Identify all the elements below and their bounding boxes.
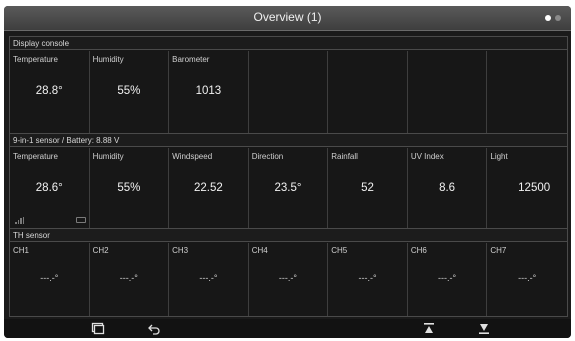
page-dot-active[interactable]	[545, 15, 551, 21]
sensor-9in1-row: Temperature 28.6° Humidity 55% Windspeed…	[10, 148, 567, 229]
page-up-button[interactable]	[422, 322, 436, 335]
display-console-row: Temperature 28.8° Humidity 55% Barometer…	[10, 51, 567, 134]
cell-value: 28.8°	[35, 85, 63, 97]
cell-label: Temperature	[13, 55, 58, 64]
sensor-uv-index-cell[interactable]: UV Index 8.6	[408, 148, 488, 228]
page-title: Overview (1)	[253, 10, 322, 24]
page-up-icon	[424, 323, 434, 333]
cell-label: CH4	[251, 246, 268, 255]
cell-value: ---.-°	[518, 273, 537, 283]
cell-label: CH3	[172, 246, 189, 255]
cell-value: 8.6	[439, 182, 456, 194]
cell-label: Rainfall	[331, 152, 358, 161]
console-temperature-cell[interactable]: Temperature 28.8°	[10, 51, 90, 133]
cell-label: CH7	[490, 246, 507, 255]
cell-label: Barometer	[172, 55, 210, 64]
cell-value: 12500	[518, 182, 551, 194]
sensor-9in1-header: 9-in-1 sensor / Battery: 8.88 V	[10, 134, 567, 147]
cell-label: CH5	[331, 246, 348, 255]
cell-value: 23.5°	[274, 182, 302, 194]
page-indicator	[545, 15, 561, 21]
back-icon	[148, 324, 160, 335]
th-channel-4-cell[interactable]: CH4 ---.-°	[249, 243, 329, 316]
cell-label: Light	[490, 152, 508, 161]
th-sensor-row: CH1 ---.-° CH2 ---.-° CH3 ---.-° CH4 ---…	[10, 243, 567, 316]
display-console-header: Display console	[10, 37, 567, 50]
switch-view-button[interactable]	[91, 322, 105, 335]
sensor-windspeed-cell[interactable]: Windspeed 22.52	[169, 148, 249, 228]
sensor-direction-cell[interactable]: Direction 23.5°	[249, 148, 329, 228]
cell-value: 55%	[117, 182, 141, 194]
page-dot-inactive[interactable]	[555, 15, 561, 21]
bottom-toolbar	[4, 319, 571, 338]
empty-cell	[408, 51, 488, 133]
page-down-button[interactable]	[477, 322, 491, 335]
empty-cell	[328, 51, 408, 133]
cell-label: Humidity	[92, 152, 124, 161]
cell-value: ---.-°	[40, 273, 59, 283]
cell-value: 1013	[195, 85, 222, 97]
th-sensor-header: TH sensor	[10, 229, 567, 242]
overview-panel: Display console Temperature 28.8° Humidi…	[9, 36, 568, 317]
th-channel-2-cell[interactable]: CH2 ---.-°	[90, 243, 170, 316]
back-button[interactable]	[147, 322, 161, 335]
cell-value: ---.-°	[438, 273, 457, 283]
cell-value: 55%	[117, 85, 141, 97]
cell-label: Humidity	[92, 55, 124, 64]
cell-label: Temperature	[13, 152, 58, 161]
sensor-humidity-cell[interactable]: Humidity 55%	[90, 148, 170, 228]
sensor-temperature-cell[interactable]: Temperature 28.6°	[10, 148, 90, 228]
cell-label: Windspeed	[172, 152, 213, 161]
cell-value: 22.52	[194, 182, 223, 194]
title-bar: Overview (1)	[4, 6, 571, 31]
cell-label: Direction	[251, 152, 284, 161]
th-channel-1-cell[interactable]: CH1 ---.-°	[10, 243, 90, 316]
cell-value: ---.-°	[119, 273, 138, 283]
sensor-light-cell[interactable]: Light 12500	[487, 148, 567, 228]
cell-value: 28.6°	[35, 182, 63, 194]
console-barometer-cell[interactable]: Barometer 1013	[169, 51, 249, 133]
signal-strength-icon	[15, 217, 24, 224]
empty-cell	[487, 51, 567, 133]
cell-label: CH2	[92, 246, 109, 255]
switch-view-icon	[91, 322, 105, 335]
cell-value: ---.-°	[278, 273, 298, 283]
th-channel-7-cell[interactable]: CH7 ---.-°	[487, 243, 567, 316]
overview-screen: Overview (1) Display console Temperature…	[4, 6, 571, 338]
th-channel-5-cell[interactable]: CH5 ---.-°	[328, 243, 408, 316]
cell-label: UV Index	[410, 152, 444, 161]
cell-value: ---.-°	[358, 273, 377, 283]
cell-label: CH6	[410, 246, 427, 255]
cell-value: ---.-°	[199, 273, 218, 283]
console-humidity-cell[interactable]: Humidity 55%	[90, 51, 170, 133]
battery-icon	[76, 217, 86, 223]
empty-cell	[249, 51, 329, 133]
cell-label: CH1	[13, 246, 30, 255]
page-down-icon	[479, 324, 489, 334]
sensor-rainfall-cell[interactable]: Rainfall 52	[328, 148, 408, 228]
cell-value: 52	[361, 182, 374, 194]
th-channel-6-cell[interactable]: CH6 ---.-°	[408, 243, 488, 316]
th-channel-3-cell[interactable]: CH3 ---.-°	[169, 243, 249, 316]
